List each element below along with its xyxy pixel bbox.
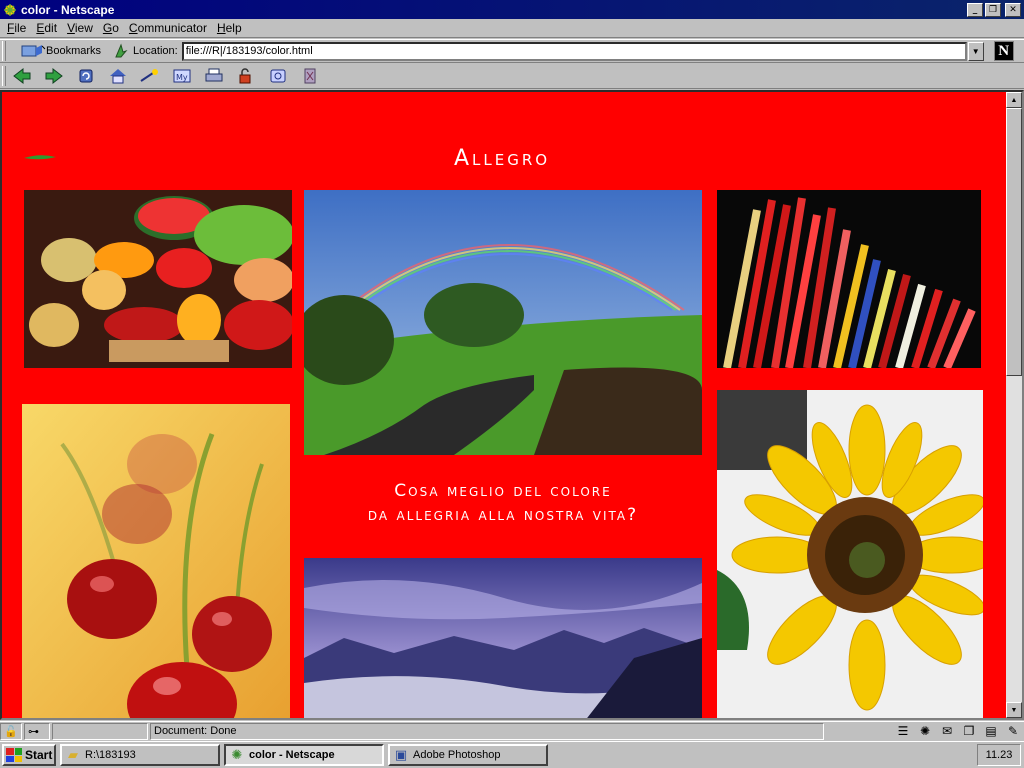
task-label: Adobe Photoshop [413, 749, 501, 761]
reload-button[interactable] [70, 65, 102, 87]
toolbar-grip[interactable] [2, 41, 6, 61]
cherries-photo [22, 404, 290, 718]
discussions-icon[interactable]: ❐ [958, 724, 980, 738]
component-bar: ☰ ✺ ✉ ❐ ▤ ✎ [892, 724, 1024, 738]
colored-pencils-photo [717, 190, 981, 368]
component-bar-grip-icon[interactable]: ☰ [892, 724, 914, 738]
print-button[interactable] [198, 65, 230, 87]
mountain-sky-photo [304, 558, 702, 718]
minimize-button[interactable]: _ [967, 2, 983, 17]
bookmarks-button[interactable]: Bookmarks [20, 43, 101, 59]
web-page: Allegro Cosa meglio del colore da allegr… [2, 92, 1006, 718]
stop-icon [304, 68, 316, 83]
security-button[interactable] [230, 65, 262, 87]
shop-icon [270, 69, 286, 82]
menu-edit[interactable]: Edit [31, 21, 62, 35]
search-button[interactable] [134, 65, 166, 87]
netscape-logo-icon[interactable]: N [993, 41, 1014, 61]
search-icon [140, 68, 158, 82]
print-icon [205, 68, 223, 81]
windows-logo-icon [6, 748, 22, 762]
fruit-market-photo [24, 190, 292, 368]
maximize-button[interactable]: ❐ [985, 2, 1001, 17]
my-netscape-icon: My [173, 69, 191, 82]
location-label: Location: [133, 45, 178, 57]
menu-bar: File Edit View Go Communicator Help [0, 19, 1024, 38]
status-bar: 🔓 ⊶ Document: Done ☰ ✺ ✉ ❐ ▤ ✎ [0, 721, 1024, 740]
window-title: color - Netscape [21, 2, 115, 17]
scroll-up-button[interactable]: ▲ [1006, 92, 1022, 108]
task-label: R:\183193 [85, 749, 136, 761]
scroll-thumb[interactable] [1006, 108, 1022, 376]
task-folder-button[interactable]: ▰ R:\183193 [60, 744, 220, 766]
menu-view[interactable]: View [62, 21, 98, 35]
location-dropdown-button[interactable]: ▼ [967, 41, 984, 61]
menu-file[interactable]: File [2, 21, 31, 35]
start-label: Start [25, 748, 53, 762]
vertical-scrollbar[interactable]: ▲ ▼ [1006, 92, 1022, 718]
netscape-icon: ✺ [231, 747, 243, 762]
task-netscape-button[interactable]: ✺ color - Netscape [224, 744, 384, 766]
location-input[interactable] [181, 41, 967, 61]
home-icon [110, 68, 126, 83]
edit-pencil-icon[interactable]: ✎ [1002, 724, 1024, 738]
tagline-line-1: Cosa meglio del colore [394, 481, 612, 501]
start-button[interactable]: Start [2, 744, 56, 766]
shop-button[interactable] [262, 65, 294, 87]
navigator-icon[interactable]: ✺ [914, 724, 936, 738]
status-text: Document: Done [150, 722, 824, 740]
menu-help[interactable]: Help [212, 21, 247, 35]
title-bar[interactable]: color - Netscape _ ❐ ✕ [0, 0, 1024, 19]
page-viewport[interactable]: Allegro Cosa meglio del colore da allegr… [0, 90, 1024, 720]
my-netscape-button[interactable]: My [166, 65, 198, 87]
progress-cell [52, 722, 148, 740]
mailbox-icon[interactable]: ✉ [936, 724, 958, 738]
security-status-icon[interactable]: 🔓 [0, 722, 22, 740]
sunflower-photo [717, 390, 983, 718]
location-label-group: Location: [113, 43, 178, 59]
task-label: color - Netscape [249, 749, 335, 761]
back-icon [13, 67, 31, 84]
page-proxy-icon[interactable] [113, 43, 129, 59]
menu-go[interactable]: Go [98, 21, 124, 35]
leaf-decoration-icon [24, 155, 56, 160]
navigation-toolbar: My [0, 63, 1024, 89]
system-clock[interactable]: 11.23 [977, 744, 1021, 766]
bookmarks-icon [21, 45, 46, 57]
netscape-app-icon [3, 3, 17, 17]
bookmarks-label: Bookmarks [46, 45, 102, 57]
forward-icon [45, 67, 63, 84]
tagline-line-2: da allegria alla nostra vita? [367, 505, 639, 525]
online-status-icon[interactable]: ⊶ [24, 722, 50, 740]
close-button[interactable]: ✕ [1005, 2, 1021, 17]
scroll-down-button[interactable]: ▼ [1006, 702, 1022, 718]
photoshop-icon: ▣ [394, 747, 408, 762]
menu-communicator[interactable]: Communicator [124, 21, 212, 35]
composer-icon[interactable]: ▤ [980, 724, 1002, 738]
security-icon [239, 67, 251, 83]
task-photoshop-button[interactable]: ▣ Adobe Photoshop [388, 744, 548, 766]
location-toolbar: Bookmarks Location: ▼ N [0, 39, 1024, 63]
rainbow-road-photo [304, 190, 702, 455]
page-heading: Allegro [453, 146, 551, 171]
home-button[interactable] [102, 65, 134, 87]
forward-button[interactable] [38, 65, 70, 87]
reload-icon [79, 69, 93, 82]
windows-taskbar: Start ▰ R:\183193 ✺ color - Netscape ▣ A… [0, 741, 1024, 768]
svg-text:My: My [176, 73, 188, 82]
folder-icon: ▰ [68, 747, 78, 762]
stop-button[interactable] [294, 65, 326, 87]
back-button[interactable] [6, 65, 38, 87]
